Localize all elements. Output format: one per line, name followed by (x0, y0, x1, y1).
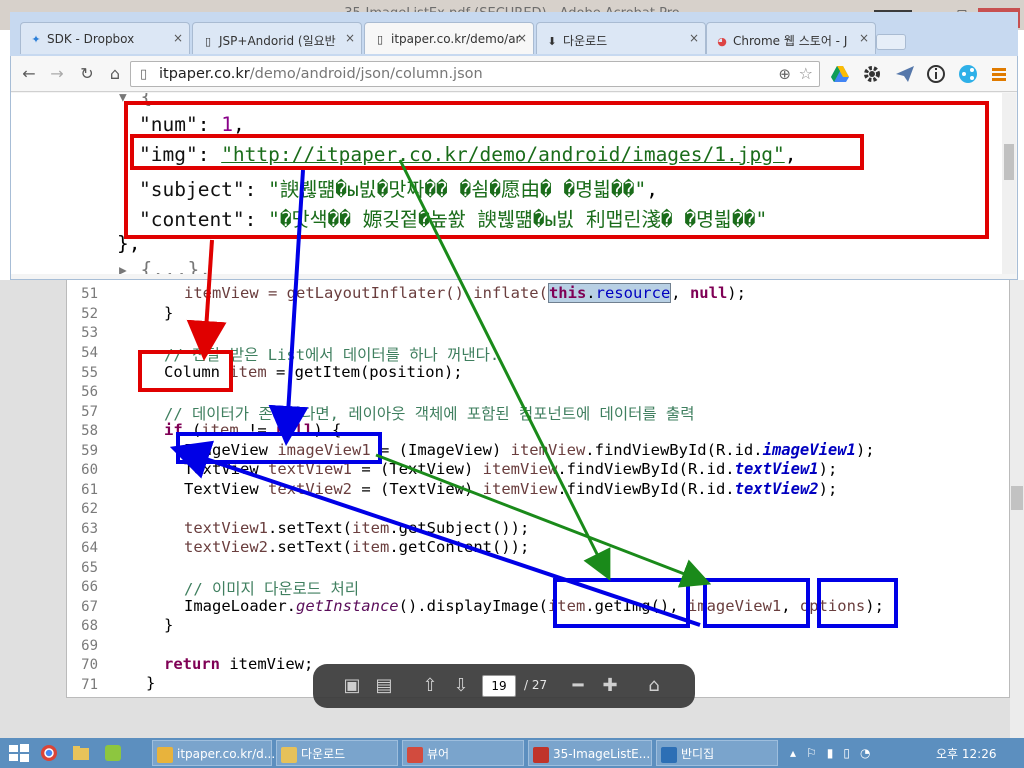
app-pin-icon[interactable] (104, 744, 122, 762)
red-arrow (186, 239, 227, 361)
next-page-button[interactable]: ⇩ (449, 674, 473, 698)
taskbar-viewer[interactable]: 뷰어 (402, 740, 524, 766)
green-arrow-imageview (375, 453, 712, 588)
green-arrow-url (398, 159, 611, 581)
start-icon[interactable] (8, 743, 30, 763)
blue-arrow-down (268, 169, 309, 446)
chrome-icon (157, 746, 173, 763)
annotation-arrows (169, 159, 712, 627)
explorer-pin-icon[interactable] (72, 745, 90, 761)
viewer-icon (407, 746, 423, 763)
print-icon[interactable]: ▤ (372, 674, 396, 698)
acrobat-icon (533, 746, 549, 763)
home-view-button[interactable]: ⌂ (642, 674, 666, 698)
folder-icon (281, 746, 297, 763)
blue-arrow-back (169, 440, 701, 627)
taskbar-acrobat[interactable]: 35-ImageListE... (528, 740, 652, 766)
page-number-input[interactable]: 19 (482, 675, 516, 697)
taskbar-downloads[interactable]: 다운로드 (276, 740, 398, 766)
taskbar-bandizip[interactable]: 반디집 (656, 740, 778, 766)
save-icon[interactable]: ▣ (340, 674, 364, 698)
zoom-in-button[interactable]: ✚ (598, 674, 622, 698)
bandizip-icon (661, 746, 677, 763)
chrome-pin-icon[interactable] (40, 744, 58, 762)
system-tray-icons[interactable]: ▴⚐▮▯◔ (790, 746, 880, 760)
taskbar-chrome[interactable]: itpaper.co.kr/d... (152, 740, 275, 766)
prev-page-button[interactable]: ⇧ (418, 674, 442, 698)
clock[interactable]: 오후 12:26 (936, 745, 996, 762)
page-total: / 27 (524, 678, 548, 692)
zoom-out-button[interactable]: ━ (566, 674, 590, 698)
